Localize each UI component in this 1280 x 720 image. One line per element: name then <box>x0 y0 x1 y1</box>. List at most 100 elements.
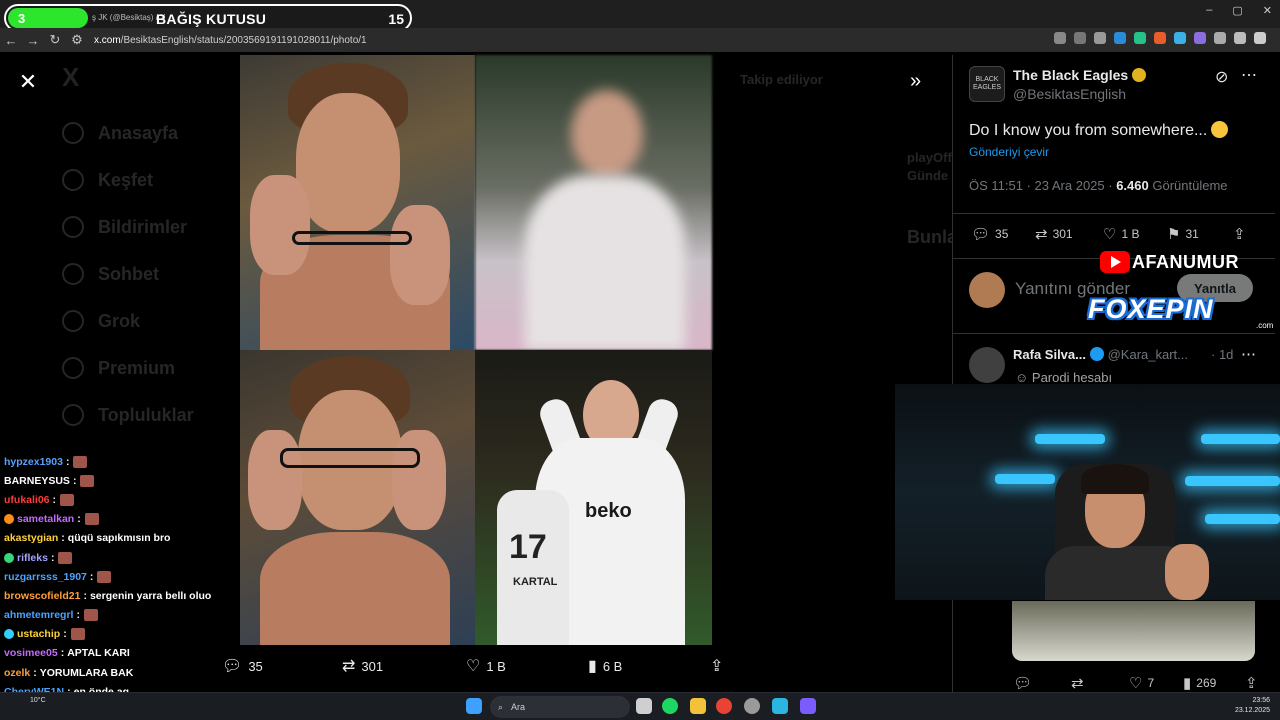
reply-author[interactable]: Rafa Silva... @Kara_kart... <box>1013 347 1188 362</box>
chat-message: ruzgarrsss_1907: <box>4 567 304 586</box>
extension-icon[interactable] <box>1134 32 1146 44</box>
url-field[interactable]: x.com/BesiktasEnglish/status/20035691911… <box>94 35 367 46</box>
share-button[interactable]: ⇪ <box>1245 674 1258 692</box>
repost-button[interactable]: ⇄ 301 <box>342 656 383 676</box>
trend-dimmed: playOff <box>907 150 952 165</box>
puzzle-icon[interactable] <box>1214 32 1226 44</box>
more-options-icon[interactable]: ⋯ <box>1241 65 1257 85</box>
taskbar-clock[interactable]: 23:56 23.12.2025 <box>1235 696 1270 716</box>
chrome-icon[interactable] <box>716 698 732 714</box>
secondary-video-overlay <box>1012 601 1255 661</box>
site-info-icon[interactable]: ⚙ <box>66 29 88 51</box>
maximize-button[interactable]: ▢ <box>1232 4 1242 17</box>
heart-icon: ♡ <box>466 658 481 675</box>
bar-chart-icon: ▮ <box>1183 675 1192 692</box>
repost-button[interactable]: ⇄ <box>1071 674 1084 692</box>
translate-link[interactable]: Gönderiyi çevir <box>969 145 1049 159</box>
cast-icon[interactable] <box>1054 32 1066 44</box>
more-options-icon[interactable]: ⋯ <box>1241 345 1256 363</box>
like-button[interactable]: ♡ 7 <box>1129 674 1154 692</box>
heart-icon: ♡ <box>1103 226 1117 243</box>
share-button[interactable]: ⇪ <box>1233 225 1246 243</box>
back-arrow-icon[interactable]: ← <box>0 29 22 51</box>
mail-icon <box>62 263 84 285</box>
bookmark-icon: ⚑ <box>1167 226 1181 243</box>
file-explorer-icon[interactable] <box>690 698 706 714</box>
repost-button[interactable]: ⇄ 301 <box>1035 225 1073 243</box>
parody-label: ☺ Parodi hesabı <box>1015 370 1112 385</box>
chat-username[interactable]: ustachip <box>17 628 60 640</box>
chat-username[interactable]: vosimee05 <box>4 647 58 659</box>
chat-username[interactable]: ufukali06 <box>4 494 50 506</box>
sidebar-item-chat[interactable]: Sohbet <box>62 263 159 285</box>
clock-date: 23.12.2025 <box>1234 707 1270 714</box>
extension-icon[interactable] <box>1174 32 1186 44</box>
reply-button[interactable]: 💬︎ <box>1013 674 1032 692</box>
reply-author-avatar[interactable] <box>969 347 1005 383</box>
tweet-photo[interactable]: 17 KARTAL beko <box>240 55 712 645</box>
chat-username[interactable]: ozelk <box>4 667 30 679</box>
extension-icon[interactable] <box>1154 32 1166 44</box>
views-button[interactable]: ▮ 6 B <box>588 656 622 676</box>
task-view-icon[interactable] <box>636 698 652 714</box>
chat-username[interactable]: sametalkan <box>17 513 74 525</box>
tweet-timestamp[interactable]: ÖS 11:51 · 23 Ara 2025 · <box>969 178 1113 193</box>
sidebar-item-grok[interactable]: Grok <box>62 310 140 332</box>
zoom-icon[interactable] <box>1074 32 1086 44</box>
expand-panel-button[interactable]: » <box>910 70 921 93</box>
reload-icon[interactable]: ↻ <box>44 29 66 51</box>
chat-username[interactable]: akastygian <box>4 532 58 544</box>
discord-icon[interactable] <box>800 698 816 714</box>
spotify-icon[interactable] <box>662 698 678 714</box>
chat-username[interactable]: hypzex1903 <box>4 456 63 468</box>
sidebar-item-home[interactable]: Anasayfa <box>62 122 178 144</box>
share-icon: ⇪ <box>1233 226 1246 243</box>
reply-button[interactable]: 💬︎ 35 <box>971 225 1008 243</box>
tweet-meta: ÖS 11:51 · 23 Ara 2025 · 6.460 Görüntüle… <box>969 178 1228 193</box>
chat-username[interactable]: rifleks <box>17 552 48 564</box>
views-button[interactable]: ▮ 269 <box>1183 674 1216 692</box>
chat-username[interactable]: ruzgarrsss_1907 <box>4 571 87 583</box>
browser-tab-title[interactable]: ş JK (@Besiktaş) / X <box>92 13 165 22</box>
author-display-name: The Black Eagles <box>1013 67 1129 83</box>
like-button[interactable]: ♡ 1 B <box>1103 225 1139 243</box>
menu-dots-icon[interactable] <box>1254 32 1266 44</box>
author-handle[interactable]: @BesiktasEnglish <box>1013 86 1126 102</box>
minimize-button[interactable]: – <box>1206 4 1212 17</box>
sidebar-item-notifications[interactable]: Bildirimler <box>62 216 187 238</box>
chat-text: qüqü sapıkmısın bro <box>67 532 171 545</box>
sidebar-item-premium[interactable]: Premium <box>62 357 175 379</box>
bookmark-star-icon[interactable] <box>1094 32 1106 44</box>
chat-username[interactable]: BARNEYSUS <box>4 475 70 487</box>
sidebar-item-communities[interactable]: Topluluklar <box>62 404 194 426</box>
divider <box>953 213 1275 214</box>
chat-message: ufukali06: <box>4 490 304 509</box>
url-domain: x.com <box>94 34 121 46</box>
reply-time[interactable]: · 1d <box>1211 347 1233 362</box>
like-button[interactable]: ♡ 1 B <box>466 656 506 676</box>
taskbar-search[interactable]: ⌕ Ara <box>490 696 630 718</box>
forward-arrow-icon[interactable]: → <box>22 29 44 51</box>
close-photo-button[interactable]: ✕ <box>14 68 42 96</box>
bookmark-button[interactable]: ⚑ 31 <box>1167 225 1199 243</box>
sidebar-item-explore[interactable]: Keşfet <box>62 169 153 191</box>
profile-icon[interactable] <box>1234 32 1246 44</box>
share-button[interactable]: ⇪ <box>710 656 723 676</box>
weather-widget[interactable]: 10°C <box>30 697 46 704</box>
grok-icon[interactable]: ⊘ <box>1215 67 1228 87</box>
extension-icon[interactable] <box>1114 32 1126 44</box>
chat-username[interactable]: ahmetemregrl <box>4 609 73 621</box>
mask-icon: ☺ <box>1015 370 1029 385</box>
meme-panel-top-right <box>475 55 712 350</box>
author-name[interactable]: The Black Eagles <box>1013 67 1147 83</box>
author-avatar[interactable]: BLACK EAGLES <box>969 66 1005 102</box>
app-icon[interactable] <box>772 698 788 714</box>
windows-start-icon[interactable] <box>466 698 482 714</box>
close-window-button[interactable]: ✕ <box>1263 4 1272 17</box>
extension-icon[interactable] <box>1194 32 1206 44</box>
chat-username[interactable]: browscofield21 <box>4 590 80 602</box>
grok-icon <box>62 310 84 332</box>
chat-emote-icon <box>58 551 73 564</box>
verified-badge-icon <box>1089 347 1104 361</box>
app-icon[interactable] <box>744 698 760 714</box>
